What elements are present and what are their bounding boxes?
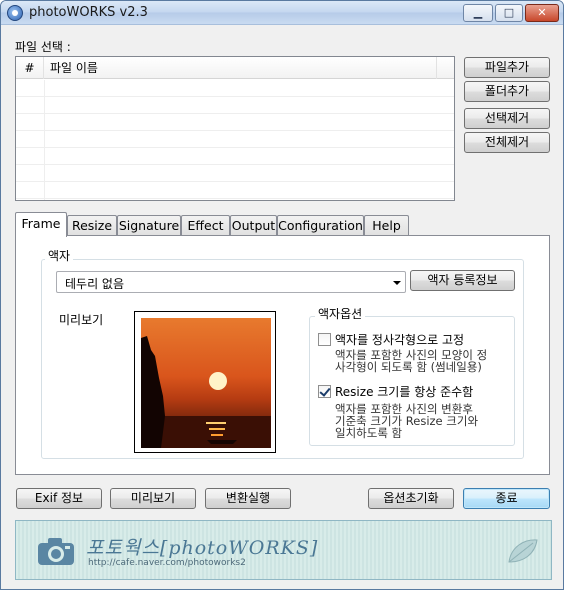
square-frame-checkbox[interactable] — [318, 333, 331, 346]
maximize-icon[interactable]: □ — [495, 4, 523, 22]
dropdown-arrow-icon[interactable] — [393, 281, 401, 285]
close-icon[interactable]: ✕ — [525, 4, 559, 22]
keep-resize-label[interactable]: Resize 크기를 항상 준수함 — [335, 383, 473, 400]
leaf-icon — [508, 539, 538, 563]
column-header-number[interactable]: # — [16, 57, 44, 79]
tab-output[interactable]: Output — [230, 215, 277, 236]
remove-selected-button[interactable]: 선택제거 — [464, 108, 550, 129]
reset-options-button[interactable]: 옵션초기화 — [368, 488, 454, 509]
banner[interactable]: 포토웍스[photoWORKS] http://cafe.naver.com/p… — [15, 520, 552, 580]
convert-button[interactable]: 변환실행 — [205, 488, 291, 509]
keep-resize-desc-line3: 일치하도록 함 — [335, 426, 403, 440]
tab-frame[interactable]: Frame — [15, 212, 67, 237]
minimize-icon[interactable]: ▁ — [463, 4, 493, 22]
exif-info-button[interactable]: Exif 정보 — [16, 488, 102, 509]
square-frame-label[interactable]: 액자를 정사각형으로 고정 — [335, 331, 464, 348]
preview-label: 미리보기 — [59, 313, 104, 327]
frame-options-title: 액자옵션 — [315, 305, 366, 322]
banner-url[interactable]: http://cafe.naver.com/photoworks2 — [88, 558, 246, 568]
app-window: photoWORKS v2.3 ▁ □ ✕ 파일 선택 : # 파일 이름 파일… — [0, 0, 564, 590]
file-select-label: 파일 선택 : — [15, 40, 71, 54]
file-list[interactable]: # 파일 이름 — [15, 56, 455, 201]
window-title: photoWORKS v2.3 — [29, 5, 148, 20]
frame-select[interactable]: 테두리 없음 — [56, 271, 406, 293]
title-bar[interactable]: photoWORKS v2.3 ▁ □ ✕ — [1, 1, 563, 25]
frame-group-title: 액자 — [45, 247, 74, 264]
add-folder-button[interactable]: 폴더추가 — [464, 81, 550, 102]
tab-effect[interactable]: Effect — [181, 215, 230, 236]
file-list-header: # 파일 이름 — [16, 57, 454, 79]
square-frame-desc-line2: 사각형이 되도록 함 (썸네일용) — [335, 360, 482, 374]
frame-register-button[interactable]: 액자 등록정보 — [410, 270, 515, 291]
exit-button[interactable]: 종료 — [463, 488, 550, 509]
banner-title: 포토웍스[photoWORKS] — [86, 537, 319, 559]
column-divider — [436, 57, 437, 79]
column-header-filename[interactable]: 파일 이름 — [50, 57, 98, 79]
tab-help[interactable]: Help — [364, 215, 409, 236]
tab-resize[interactable]: Resize — [67, 215, 117, 236]
tab-signature[interactable]: Signature — [117, 215, 181, 236]
preview-image-frame — [134, 311, 276, 453]
file-list-rows[interactable] — [16, 80, 454, 200]
remove-all-button[interactable]: 전체제거 — [464, 132, 550, 153]
column-separator — [44, 80, 45, 200]
preview-button[interactable]: 미리보기 — [110, 488, 196, 509]
add-file-button[interactable]: 파일추가 — [464, 57, 550, 78]
preview-image — [141, 318, 271, 448]
keep-resize-checkbox[interactable] — [318, 385, 331, 398]
camera-icon — [38, 538, 74, 565]
frame-select-value: 테두리 없음 — [65, 277, 125, 291]
app-camera-icon — [7, 5, 23, 21]
tab-configuration[interactable]: Configuration — [277, 215, 364, 236]
